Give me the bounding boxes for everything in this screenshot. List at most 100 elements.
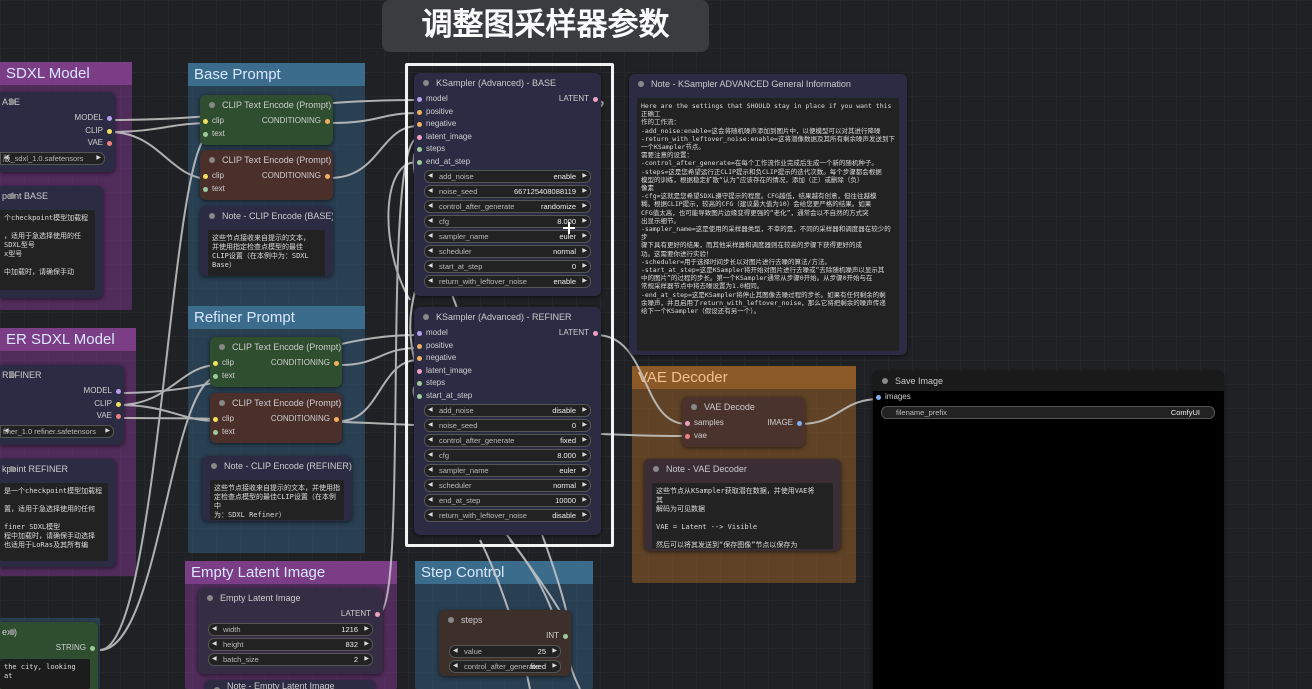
- ckpt-name-combo[interactable]: 版_sdxl_1.0.safetensors: [0, 151, 105, 165]
- text-string-node[interactable]: ext) STRING the city, looking at: [0, 622, 98, 689]
- output-clip[interactable]: CLIP: [0, 125, 115, 138]
- input-negative[interactable]: negative: [414, 118, 601, 131]
- input-clip[interactable]: clip CONDITIONING: [210, 413, 342, 426]
- node-title: CLIP Text Encode (Prompt): [200, 150, 333, 170]
- prompt-text[interactable]: the city, looking at: [0, 658, 90, 689]
- output-vae[interactable]: VAE: [0, 137, 115, 150]
- input-latent-image[interactable]: latent_image: [414, 131, 601, 144]
- widget-return-with-leftover-noise[interactable]: return_with_leftover_noiseenable: [424, 275, 591, 288]
- ksampler-advanced-refiner[interactable]: KSampler (Advanced) - REFINER model LATEN…: [414, 307, 601, 535]
- node-title: Note - CLIP Encode (BASE): [200, 206, 333, 226]
- input-samples[interactable]: samples IMAGE: [682, 417, 805, 430]
- clip-text-encode-base-positive[interactable]: CLIP Text Encode (Prompt) clip CONDITIONI…: [200, 95, 333, 145]
- widget-sampler-name[interactable]: sampler_nameeuler: [424, 464, 591, 477]
- node-title: ext): [0, 622, 98, 642]
- node-title: Note - VAE Decoder: [644, 459, 841, 479]
- note-ksampler-general-info[interactable]: Note - KSampler ADVANCED General Informa…: [629, 74, 907, 355]
- widget-scheduler[interactable]: schedulernormal: [424, 245, 591, 258]
- widget-return-with-leftover-noise[interactable]: return_with_leftover_noisedisable: [424, 509, 591, 522]
- node-title: KSampler (Advanced) - BASE: [414, 73, 601, 93]
- note-clip-encode-base[interactable]: Note - CLIP Encode (BASE) 这些节点接收来自提示的文本，…: [200, 206, 333, 276]
- node-title: REFINER: [0, 365, 124, 385]
- widget-width[interactable]: width1216: [208, 622, 373, 636]
- output-latent[interactable]: LATENT: [198, 608, 383, 621]
- node-title: Note - CLIP Encode (REFINER): [202, 456, 352, 476]
- widget-control-after-generate[interactable]: control_after_generatefixed: [449, 659, 561, 673]
- input-text[interactable]: text: [210, 370, 342, 383]
- node-title: Note - KSampler ADVANCED General Informa…: [629, 74, 907, 94]
- steps-primitive-node[interactable]: steps INT value25 control_after_generate…: [439, 610, 571, 676]
- node-title: VAE Decode: [682, 397, 805, 417]
- widget-control-after-generate[interactable]: control_after_generaterandomize: [424, 200, 591, 213]
- input-text[interactable]: text: [200, 128, 333, 141]
- node-title: Save Image: [873, 371, 1224, 391]
- empty-latent-image-node[interactable]: Empty Latent Image LATENT width1216 heig…: [198, 588, 383, 674]
- widget-add-noise[interactable]: add_noisedisable: [424, 404, 591, 417]
- output-int[interactable]: INT: [439, 630, 571, 643]
- input-model[interactable]: model LATENT: [414, 327, 601, 340]
- node-title: CLIP Text Encode (Prompt): [210, 337, 342, 357]
- note-text[interactable]: Here are the settings that SHOULD stay i…: [637, 98, 899, 351]
- input-images[interactable]: images: [873, 391, 1224, 404]
- widget-start-at-step[interactable]: start_at_step0: [424, 260, 591, 273]
- note-text[interactable]: 是一个checkpoint模型加载程 置，适用于急选择使用的任何 finer S…: [0, 483, 108, 561]
- input-positive[interactable]: positive: [414, 106, 601, 119]
- input-start-at-step[interactable]: start_at_step: [414, 390, 601, 403]
- input-clip[interactable]: clip CONDITIONING: [210, 357, 342, 370]
- widget-end-at-step[interactable]: end_at_step10000: [424, 494, 591, 507]
- note-text[interactable]: 这些节点接收来自提示的文本，并使用指 定检查点模型的最佳CLIP设置（在本例中 …: [210, 480, 344, 520]
- clip-text-encode-refiner-negative[interactable]: CLIP Text Encode (Prompt) clip CONDITIONI…: [210, 393, 342, 443]
- widget-noise-seed[interactable]: noise_seed0: [424, 419, 591, 432]
- widget-height[interactable]: height832: [208, 637, 373, 651]
- node-title: Empty Latent Image: [198, 588, 383, 608]
- output-model[interactable]: MODEL: [0, 112, 115, 125]
- input-steps[interactable]: steps: [414, 143, 601, 156]
- input-text[interactable]: text: [200, 183, 333, 196]
- input-positive[interactable]: positive: [414, 340, 601, 353]
- filename-prefix-field[interactable]: filename_prefix ComfyUI: [881, 405, 1215, 419]
- note-checkpoint-refiner[interactable]: kpoint REFINER 是一个checkpoint模型加载程 置，适用于急…: [0, 459, 116, 567]
- checkpoint-loader-refiner[interactable]: REFINER MODEL CLIP VAE finer_1.0 refiner…: [0, 365, 124, 445]
- output-clip[interactable]: CLIP: [0, 398, 124, 411]
- input-negative[interactable]: negative: [414, 352, 601, 365]
- node-title: ASE: [0, 92, 115, 112]
- node-title: kpoint REFINER: [0, 459, 116, 479]
- vae-decode-node[interactable]: VAE Decode samples IMAGE vae: [682, 397, 805, 447]
- widget-cfg[interactable]: cfg8.000: [424, 449, 591, 462]
- input-vae[interactable]: vae: [682, 430, 805, 443]
- input-clip[interactable]: clip CONDITIONING: [200, 115, 333, 128]
- widget-add-noise[interactable]: add_noiseenable: [424, 170, 591, 183]
- clip-text-encode-base-negative[interactable]: CLIP Text Encode (Prompt) clip CONDITIONI…: [200, 150, 333, 200]
- input-model[interactable]: model LATENT: [414, 93, 601, 106]
- crosshair-cursor-icon: [563, 222, 575, 234]
- output-vae[interactable]: VAE: [0, 410, 124, 423]
- checkpoint-loader-base[interactable]: ASE MODEL CLIP VAE 版_sdxl_1.0.safetensor…: [0, 92, 115, 172]
- ckpt-name-combo[interactable]: finer_1.0 refiner.safetensors: [0, 424, 114, 438]
- widget-value[interactable]: value25: [449, 644, 561, 658]
- note-checkpoint-base[interactable]: point BASE 个checkpoint模型加载程 ，适用于急选择使用的任 …: [0, 186, 103, 298]
- widget-scheduler[interactable]: schedulernormal: [424, 479, 591, 492]
- output-string[interactable]: STRING: [0, 642, 98, 655]
- note-empty-latent-image[interactable]: Note - Empty Latent Image: [205, 680, 375, 689]
- node-title: CLIP Text Encode (Prompt): [200, 95, 333, 115]
- node-title: point BASE: [0, 186, 103, 206]
- note-text[interactable]: 这些节点从KSampler获取潜在数据，并使用VAE将其 解码为可见数据 VAE…: [652, 483, 833, 549]
- note-text[interactable]: 这些节点接收来自提示的文本， 并使用指定检查点模型的最佳 CLIP设置（在本例中…: [208, 230, 325, 276]
- widget-batch-size[interactable]: batch_size2: [208, 652, 373, 666]
- input-clip[interactable]: clip CONDITIONING: [200, 170, 333, 183]
- input-steps[interactable]: steps: [414, 377, 601, 390]
- widget-noise-seed[interactable]: noise_seed667125408088119: [424, 185, 591, 198]
- node-title: steps: [439, 610, 571, 630]
- video-caption: 调整图采样器参数: [382, 0, 709, 52]
- input-end-at-step[interactable]: end_at_step: [414, 156, 601, 169]
- clip-text-encode-refiner-positive[interactable]: CLIP Text Encode (Prompt) clip CONDITIONI…: [210, 337, 342, 387]
- note-text[interactable]: 个checkpoint模型加载程 ，适用于急选择使用的任 SDXL型号 x型号 …: [0, 210, 95, 290]
- save-image-node[interactable]: Save Image images filename_prefix ComfyUI: [873, 371, 1224, 689]
- input-latent-image[interactable]: latent_image: [414, 365, 601, 378]
- output-model[interactable]: MODEL: [0, 385, 124, 398]
- note-clip-encode-refiner[interactable]: Note - CLIP Encode (REFINER) 这些节点接收来自提示的…: [202, 456, 352, 521]
- note-vae-decoder[interactable]: Note - VAE Decoder 这些节点从KSampler获取潜在数据，并…: [644, 459, 841, 551]
- ksampler-advanced-base[interactable]: KSampler (Advanced) - BASE model LATENT p…: [414, 73, 601, 296]
- widget-control-after-generate[interactable]: control_after_generatefixed: [424, 434, 591, 447]
- input-text[interactable]: text: [210, 426, 342, 439]
